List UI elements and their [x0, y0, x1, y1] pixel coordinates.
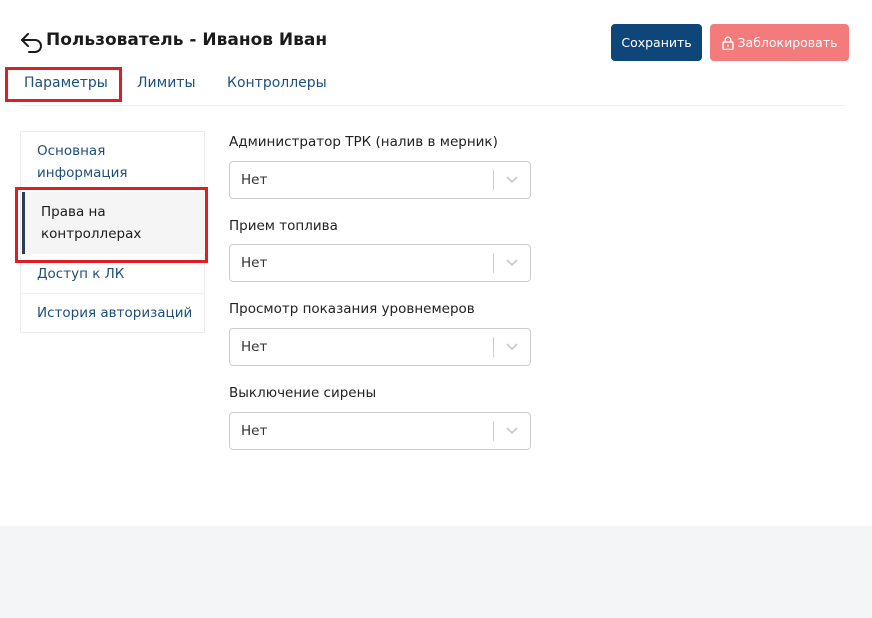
- select-value: Нет: [241, 423, 268, 439]
- select-value: Нет: [241, 339, 268, 355]
- select-separator: [493, 170, 494, 190]
- sidebar-item-main-info[interactable]: Основная информация: [37, 140, 128, 184]
- select-value: Нет: [241, 255, 268, 271]
- save-button-label: Сохранить: [621, 35, 692, 50]
- select-value: Нет: [241, 172, 268, 188]
- sidebar-item-lk-access[interactable]: Доступ к ЛК: [37, 263, 124, 285]
- block-button[interactable]: Заблокировать: [710, 24, 849, 61]
- chevron-down-icon[interactable]: [505, 425, 519, 437]
- lock-icon: [721, 36, 734, 50]
- sidebar-item-auth-history[interactable]: История авторизаций: [37, 302, 192, 324]
- sidebar-item-label: Основная: [37, 143, 106, 159]
- select-level-gauges[interactable]: Нет: [229, 328, 531, 366]
- chevron-down-icon[interactable]: [505, 257, 519, 269]
- tab-highlight-box: [5, 67, 122, 102]
- sidebar-divider: [21, 293, 204, 294]
- page-title: Пользователь - Иванов Иван: [46, 30, 328, 50]
- sidebar-highlight-box: [15, 187, 208, 263]
- field-label-trk-admin: Администратор ТРК (налив в мерник): [229, 134, 498, 150]
- select-siren-off[interactable]: Нет: [229, 412, 531, 450]
- chevron-down-icon[interactable]: [505, 341, 519, 353]
- select-separator: [493, 337, 494, 357]
- field-label-siren-off: Выключение сирены: [229, 385, 377, 401]
- save-button[interactable]: Сохранить: [611, 24, 702, 61]
- block-button-label: Заблокировать: [737, 35, 838, 50]
- select-fuel-receipt[interactable]: Нет: [229, 244, 531, 282]
- select-separator: [493, 421, 494, 441]
- sidebar-item-label: информация: [37, 165, 128, 181]
- tabs-divider: [20, 105, 846, 106]
- field-label-fuel-receipt: Прием топлива: [229, 218, 338, 234]
- chevron-down-icon[interactable]: [505, 174, 519, 186]
- field-label-level-gauges: Просмотр показания уровнемеров: [229, 301, 475, 317]
- back-arrow-icon[interactable]: [20, 31, 44, 53]
- tab-limits[interactable]: Лимиты: [137, 75, 196, 91]
- select-separator: [493, 253, 494, 273]
- page-background: [0, 526, 872, 618]
- tab-controllers[interactable]: Контроллеры: [227, 75, 327, 91]
- select-trk-admin[interactable]: Нет: [229, 161, 531, 199]
